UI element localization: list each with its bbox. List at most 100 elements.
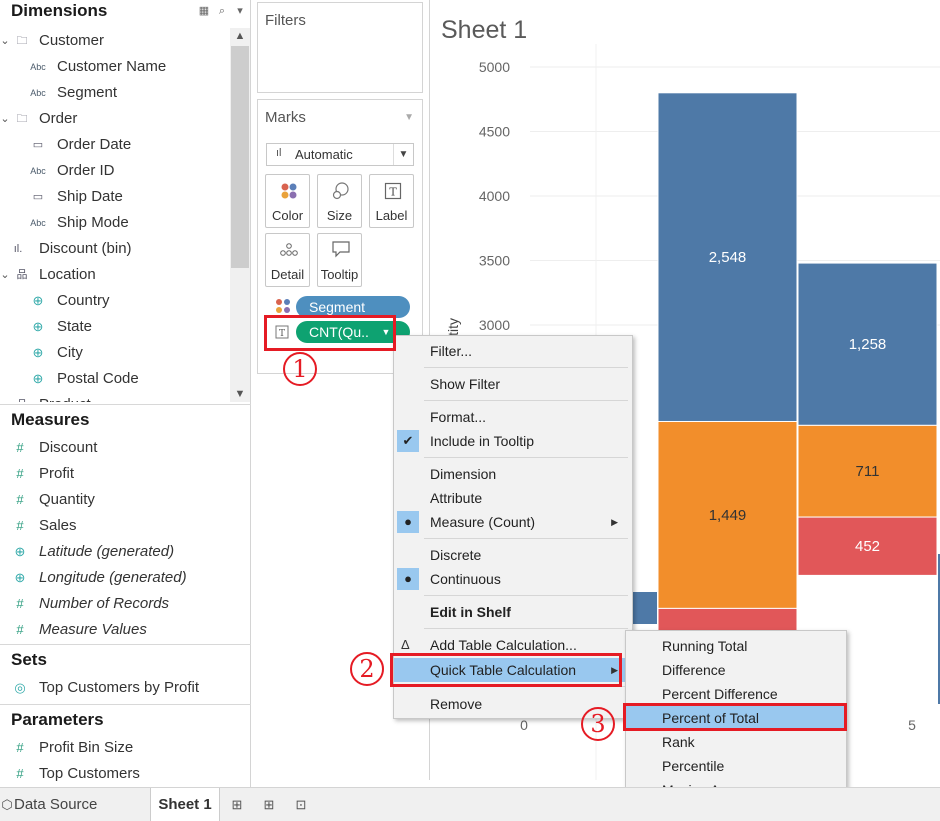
- marks-title: Marks: [265, 109, 306, 126]
- new-story-icon[interactable]: ⊡: [292, 796, 310, 814]
- collapse-caret-icon[interactable]: ⌄: [0, 262, 10, 288]
- dimension-label: Order Date: [57, 136, 132, 153]
- highlight-box-2: [390, 653, 622, 687]
- dimensions-title: Dimensions: [11, 1, 108, 20]
- detail-button[interactable]: Detail: [265, 233, 310, 287]
- menu-item[interactable]: Show Filter: [394, 372, 632, 396]
- hash-icon: #: [16, 440, 24, 455]
- dimension-label: Postal Code: [57, 370, 139, 387]
- data-label: 711: [856, 463, 880, 480]
- dimension-label: Order ID: [57, 162, 115, 179]
- menu-item-label: Format...: [430, 409, 487, 425]
- menu-item-label: Remove: [430, 696, 483, 712]
- sheet-tab-bar: ⬡ Data Source Sheet 1 ⊞ ⊞ ⊡: [0, 787, 940, 821]
- view-toggle-icon[interactable]: ▦: [197, 0, 211, 22]
- color-palette-icon: [281, 183, 297, 199]
- globe-icon: ⊕: [32, 319, 44, 334]
- dimension-label: Customer Name: [57, 58, 167, 75]
- divider: [0, 704, 251, 705]
- highlight-box-1: [264, 315, 396, 351]
- marks-menu-arrow-icon[interactable]: ▼: [404, 112, 414, 123]
- color-shelf-icon: [276, 299, 290, 313]
- color-button[interactable]: Color: [265, 174, 310, 228]
- measure-item-label: Number of Records: [39, 595, 170, 612]
- mark-type-dropdown[interactable]: ıl Automatic ▼: [266, 143, 414, 166]
- menu-item[interactable]: Filter...: [394, 339, 632, 363]
- label-label: Label: [375, 208, 408, 223]
- menu-item[interactable]: ● Continuous: [394, 567, 632, 591]
- menu-item[interactable]: Format...: [394, 405, 632, 429]
- x-tick-label: 5: [908, 717, 916, 733]
- filters-title: Filters: [265, 12, 306, 29]
- submenu-item-label: Percentile: [662, 758, 725, 774]
- dimensions-scrollbar[interactable]: ▲ ▼: [230, 28, 250, 402]
- divider: [0, 404, 251, 405]
- filters-card[interactable]: Filters: [257, 2, 423, 93]
- dimension-label: State: [57, 318, 93, 335]
- new-worksheet-icon[interactable]: ⊞: [228, 796, 246, 814]
- checkmark-icon: ✔: [397, 430, 419, 452]
- submenu-item-label: Rank: [662, 734, 695, 750]
- size-button[interactable]: Size: [317, 174, 362, 228]
- set-item-label: Top Customers by Profit: [39, 679, 200, 696]
- submenu-item[interactable]: Difference: [626, 658, 846, 682]
- color-label: Color: [271, 208, 304, 223]
- chevron-down-icon[interactable]: ▼: [393, 144, 413, 165]
- divider: [0, 644, 251, 645]
- y-tick-label: 4000: [479, 188, 510, 204]
- parameters-header: Parameters: [11, 710, 104, 729]
- data-label: 2,548: [709, 249, 747, 266]
- menu-item[interactable]: Dimension: [394, 462, 632, 486]
- menu-item[interactable]: ● Measure (Count) ▶: [394, 510, 632, 534]
- submenu-item[interactable]: Percentile: [626, 754, 846, 778]
- measure-item-label: Quantity: [39, 491, 95, 508]
- tooltip-button[interactable]: Tooltip: [317, 233, 362, 287]
- scroll-up-arrow-icon[interactable]: ▲: [230, 28, 250, 44]
- new-dashboard-icon[interactable]: ⊞: [260, 796, 278, 814]
- menu-separator: [424, 538, 628, 539]
- folder-icon: 🗀: [16, 113, 28, 125]
- y-tick-label: 3000: [479, 317, 510, 333]
- size-icon: [332, 182, 349, 200]
- measure-item-label: Sales: [39, 517, 77, 534]
- dimension-label: Customer: [39, 32, 105, 49]
- calendar-icon: ▭: [32, 191, 44, 203]
- text-field-icon: Abc: [30, 218, 46, 228]
- submenu-item[interactable]: Running Total: [626, 634, 846, 658]
- dimensions-list: ⌄ 🗀 Customer Abc Customer Name Abc Segment ⌄ 🗀 Or…: [0, 28, 230, 402]
- y-tick-label: 4500: [479, 124, 510, 140]
- sets-header: Sets: [11, 650, 47, 669]
- menu-item[interactable]: Attribute: [394, 486, 632, 510]
- search-icon[interactable]: ⌕: [215, 0, 229, 22]
- scrollbar-thumb[interactable]: [231, 46, 249, 268]
- globe-icon: ⊕: [14, 544, 26, 559]
- collapse-caret-icon[interactable]: ⌄: [0, 28, 10, 54]
- submenu-item-label: Running Total: [662, 638, 748, 654]
- menu-separator: [424, 457, 628, 458]
- dimension-label: City: [57, 344, 83, 361]
- menu-item[interactable]: Discrete: [394, 543, 632, 567]
- dimensions-header: Dimensions ▦ ⌕ ▾: [0, 0, 251, 22]
- menu-item-label: Continuous: [430, 571, 501, 587]
- collapse-caret-icon[interactable]: ⌄: [0, 106, 10, 132]
- hash-icon: #: [16, 622, 24, 637]
- y-tick-label: 5000: [479, 59, 510, 75]
- menu-item[interactable]: ✔ Include in Tooltip: [394, 429, 632, 453]
- selected-dot-icon: ●: [397, 568, 419, 590]
- submenu-item[interactable]: Rank: [626, 730, 846, 754]
- data-source-tab[interactable]: Data Source: [14, 788, 97, 821]
- measure-item-label: Discount: [39, 439, 98, 456]
- menu-item[interactable]: Edit in Shelf: [394, 600, 632, 624]
- sheet1-tab[interactable]: Sheet 1: [150, 788, 220, 821]
- dropdown-menu-icon[interactable]: ▾: [233, 0, 247, 22]
- scroll-down-arrow-icon[interactable]: ▼: [230, 386, 250, 402]
- calendar-icon: ▭: [32, 139, 44, 151]
- label-button[interactable]: T Label: [369, 174, 414, 228]
- menu-item-label: Edit in Shelf: [430, 604, 511, 620]
- hash-icon: #: [16, 766, 24, 781]
- collapse-caret-icon[interactable]: ⌄: [0, 392, 10, 402]
- highlight-box-3: [623, 703, 847, 731]
- dimension-label: Ship Mode: [57, 214, 129, 231]
- menu-item-label: Measure (Count): [430, 514, 536, 530]
- parameter-item-label: Profit Bin Size: [39, 739, 134, 756]
